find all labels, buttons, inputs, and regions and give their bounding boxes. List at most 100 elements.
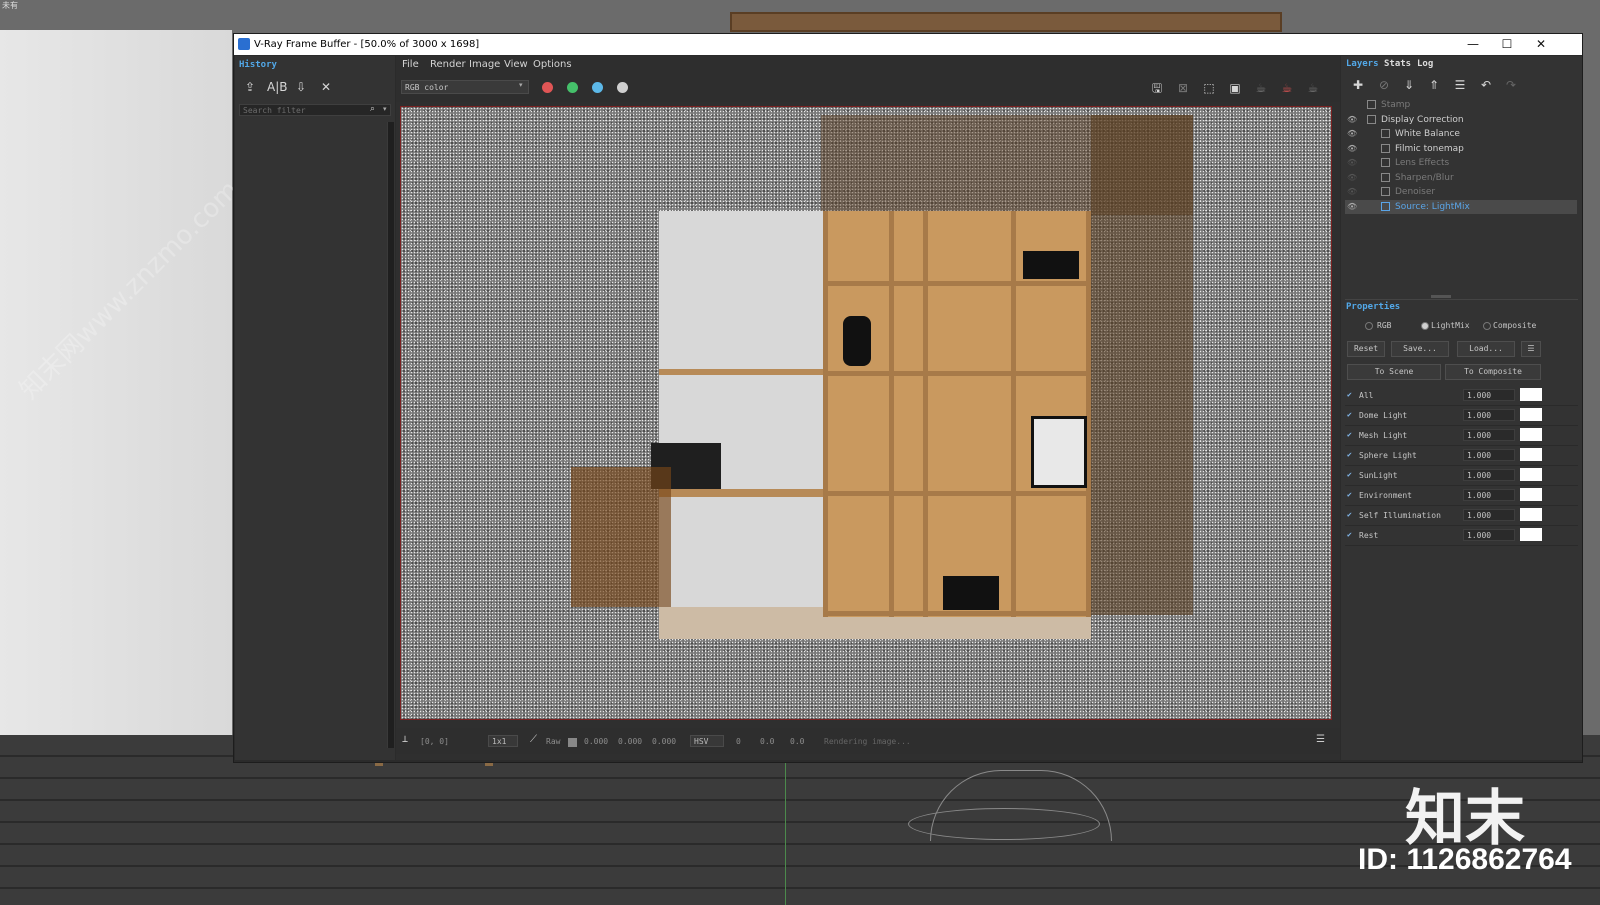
light-row-environment[interactable]: ✔ Environment 1.000 xyxy=(1345,486,1578,506)
checkbox[interactable]: ✔ xyxy=(1347,411,1355,419)
color-swatch[interactable] xyxy=(1520,428,1542,441)
color-swatch[interactable] xyxy=(1520,468,1542,481)
light-row-self-illumination[interactable]: ✔ Self Illumination 1.000 xyxy=(1345,506,1578,526)
clear-image-icon[interactable]: ⊠ xyxy=(1174,79,1192,97)
render-image[interactable] xyxy=(400,106,1332,720)
title-bar[interactable]: V-Ray Frame Buffer - [50.0% of 3000 x 16… xyxy=(234,34,1582,55)
menu-view[interactable]: View xyxy=(504,59,528,70)
alpha-channel-button[interactable] xyxy=(617,82,628,93)
search-icon[interactable]: ⌕ xyxy=(370,104,375,114)
layer-stamp[interactable]: Stamp xyxy=(1345,98,1577,112)
minimize-button[interactable]: — xyxy=(1456,34,1490,55)
radio-composite[interactable] xyxy=(1483,322,1491,330)
compare-ab-icon[interactable]: A|B xyxy=(267,78,287,96)
layer-display-correction[interactable]: 👁 Display Correction xyxy=(1345,113,1577,127)
tab-log[interactable]: Log xyxy=(1417,59,1433,69)
redo-icon[interactable]: ↷ xyxy=(1502,76,1520,94)
menu-render[interactable]: Render xyxy=(430,59,466,70)
tab-layers[interactable]: Layers xyxy=(1346,59,1379,69)
eye-icon[interactable]: 👁 xyxy=(1347,142,1359,156)
color-swatch[interactable] xyxy=(1520,488,1542,501)
intensity-field[interactable]: 1.000 xyxy=(1463,449,1515,461)
eye-icon[interactable]: 👁 xyxy=(1347,200,1359,214)
intensity-field[interactable]: 1.000 xyxy=(1463,489,1515,501)
light-row-mesh-light[interactable]: ✔ Mesh Light 1.000 xyxy=(1345,426,1578,446)
panel-splitter[interactable] xyxy=(1431,295,1451,298)
menu-options[interactable]: Options xyxy=(533,59,572,70)
render-icon[interactable]: ☕ xyxy=(1304,79,1322,97)
intensity-field[interactable]: 1.000 xyxy=(1463,469,1515,481)
log-toggle-icon[interactable]: ☰ xyxy=(1316,734,1325,745)
region-render-icon[interactable]: ⬚ xyxy=(1200,79,1218,97)
maximize-button[interactable]: ☐ xyxy=(1490,34,1524,55)
tab-stats[interactable]: Stats xyxy=(1384,59,1411,69)
load-history-icon[interactable]: ⇩ xyxy=(292,78,310,96)
intensity-field[interactable]: 1.000 xyxy=(1463,409,1515,421)
channel-select[interactable]: RGB color xyxy=(401,80,529,94)
eye-icon[interactable]: 👁 xyxy=(1347,127,1359,141)
save-image-icon[interactable]: 🖫 xyxy=(1148,79,1166,97)
checkbox[interactable]: ✔ xyxy=(1347,431,1355,439)
to-scene-button[interactable]: To Scene xyxy=(1347,364,1441,380)
pick-icon[interactable]: ⊥ xyxy=(402,734,408,745)
load-layers-icon[interactable]: ⇑ xyxy=(1425,76,1443,94)
light-row-rest[interactable]: ✔ Rest 1.000 xyxy=(1345,526,1578,546)
eye-icon[interactable]: 👁 xyxy=(1347,171,1359,185)
checkbox[interactable]: ✔ xyxy=(1347,451,1355,459)
checkbox[interactable]: ✔ xyxy=(1347,491,1355,499)
radio-rgb[interactable] xyxy=(1365,322,1373,330)
intensity-field[interactable]: 1.000 xyxy=(1463,529,1515,541)
zoom-select[interactable]: 1x1 xyxy=(488,735,518,747)
layer-source-lightmix[interactable]: 👁 Source: LightMix xyxy=(1345,200,1577,214)
red-channel-button[interactable] xyxy=(542,82,553,93)
color-swatch[interactable] xyxy=(1520,388,1542,401)
save-button[interactable]: Save... xyxy=(1391,341,1449,357)
undo-icon[interactable]: ↶ xyxy=(1477,76,1495,94)
checkbox[interactable]: ✔ xyxy=(1347,511,1355,519)
load-button[interactable]: Load... xyxy=(1457,341,1515,357)
stop-render-icon[interactable]: ☕ xyxy=(1278,79,1296,97)
color-swatch[interactable] xyxy=(1520,528,1542,541)
layer-filmic-tonemap[interactable]: 👁 Filmic tonemap xyxy=(1345,142,1577,156)
light-row-dome-light[interactable]: ✔ Dome Light 1.000 xyxy=(1345,406,1578,426)
channel-chevron-icon[interactable]: ▾ xyxy=(519,81,523,89)
menu-file[interactable]: File xyxy=(402,59,419,70)
save-to-history-icon[interactable]: ⇪ xyxy=(241,78,259,96)
to-composite-button[interactable]: To Composite xyxy=(1445,364,1541,380)
layer-list-icon[interactable]: ☰ xyxy=(1451,76,1469,94)
layer-sharpen-blur[interactable]: 👁 Sharpen/Blur xyxy=(1345,171,1577,185)
close-button[interactable]: ✕ xyxy=(1524,34,1558,55)
light-row-all[interactable]: ✔ All 1.000 xyxy=(1345,386,1578,406)
history-title[interactable]: History xyxy=(239,60,277,70)
eye-icon[interactable]: 👁 xyxy=(1347,156,1359,170)
intensity-field[interactable]: 1.000 xyxy=(1463,509,1515,521)
color-swatch[interactable] xyxy=(1520,448,1542,461)
layer-lens-effects[interactable]: 👁 Lens Effects xyxy=(1345,156,1577,170)
remove-history-icon[interactable]: ✕ xyxy=(317,78,335,96)
color-swatch[interactable] xyxy=(1520,408,1542,421)
menu-image[interactable]: Image xyxy=(469,59,500,70)
intensity-field[interactable]: 1.000 xyxy=(1463,389,1515,401)
green-channel-button[interactable] xyxy=(567,82,578,93)
curve-icon[interactable]: ⟋ xyxy=(530,734,537,745)
options-menu-button[interactable]: ☰ xyxy=(1521,341,1541,357)
radio-lightmix[interactable] xyxy=(1421,322,1429,330)
light-row-sunlight[interactable]: ✔ SunLight 1.000 xyxy=(1345,466,1578,486)
checkbox[interactable]: ✔ xyxy=(1347,531,1355,539)
reset-button[interactable]: Reset xyxy=(1347,341,1385,357)
eye-icon[interactable]: 👁 xyxy=(1347,113,1359,127)
checkbox[interactable]: ✔ xyxy=(1347,471,1355,479)
history-search-input[interactable]: Search filter xyxy=(239,104,391,116)
blue-channel-button[interactable] xyxy=(592,82,603,93)
save-layers-icon[interactable]: ⇓ xyxy=(1400,76,1418,94)
chevron-down-icon[interactable]: ▾ xyxy=(383,105,387,113)
eye-icon[interactable]: 👁 xyxy=(1347,185,1359,199)
layer-denoiser[interactable]: 👁 Denoiser xyxy=(1345,185,1577,199)
delete-layer-icon[interactable]: ⊘ xyxy=(1375,76,1393,94)
history-scrollbar[interactable] xyxy=(387,122,394,748)
intensity-field[interactable]: 1.000 xyxy=(1463,429,1515,441)
track-mouse-icon[interactable]: ▣ xyxy=(1226,79,1244,97)
create-layer-icon[interactable]: ✚ xyxy=(1349,76,1367,94)
color-swatch[interactable] xyxy=(1520,508,1542,521)
light-row-sphere-light[interactable]: ✔ Sphere Light 1.000 xyxy=(1345,446,1578,466)
